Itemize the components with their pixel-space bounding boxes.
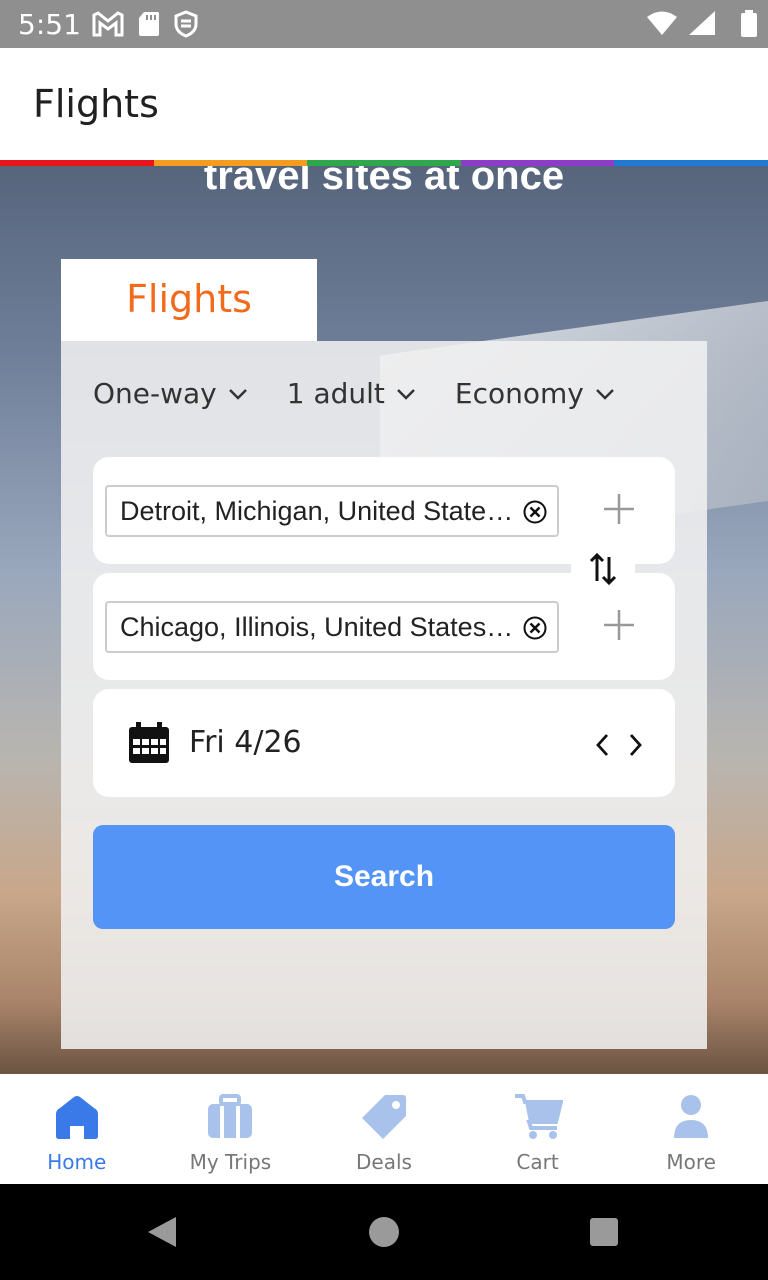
nav-item-home[interactable]: Home [0,1074,154,1184]
chevron-down-icon [397,388,415,400]
trip-type-label: One-way [93,377,217,410]
chevron-right-icon[interactable] [623,731,647,759]
search-options: One-way 1 adult Economy [93,377,616,410]
cabin-class-label: Economy [454,377,584,410]
clear-destination-icon[interactable] [523,616,547,640]
trip-type-dropdown[interactable]: One-way [93,377,249,410]
person-icon [674,1095,709,1138]
cabin-class-dropdown[interactable]: Economy [455,377,616,410]
chevron-down-icon [228,388,247,400]
nav-item-deals[interactable]: Deals [307,1074,461,1184]
status-time: 5:51 [18,8,81,41]
clear-origin-icon[interactable] [523,500,547,524]
tag-icon [361,1095,406,1139]
destination-value: Chicago, Illinois, United States (CHI) [120,611,515,642]
signal-icon [689,11,715,35]
nav-label-home: Home [47,1150,107,1174]
date-card[interactable]: Fri 4/26 [93,689,675,797]
sd-card-icon [139,12,159,36]
hero-tagline: travel sites at once [203,166,565,198]
gmail-icon [92,11,124,37]
nav-label-my-trips: My Trips [189,1150,272,1174]
back-icon[interactable] [146,1215,178,1249]
travelers-dropdown[interactable]: 1 adult [287,377,417,410]
cart-icon [514,1094,563,1139]
page-title: Flights [33,82,159,126]
swap-arrows-icon [589,552,617,586]
nav-label-cart: Cart [516,1150,559,1174]
briefcase-icon [208,1094,253,1138]
origin-field[interactable]: Detroit, Michigan, United States (DTW) [105,485,559,537]
destination-field[interactable]: Chicago, Illinois, United States (CHI) [105,601,559,653]
flight-search-panel: One-way 1 adult Economy Detroit, Michiga… [61,341,707,1049]
travelers-label: 1 adult [286,377,385,410]
status-icons-right [646,10,757,37]
system-nav-bar [0,1184,768,1280]
nav-item-my-trips[interactable]: My Trips [154,1074,308,1184]
wifi-icon [647,11,677,35]
vpn-icon [174,10,198,38]
nav-item-more[interactable]: More [614,1074,768,1184]
nav-label-more: More [666,1150,716,1174]
app-bar: Flights [0,48,768,160]
tab-flights[interactable]: Flights [61,259,317,341]
swap-locations-button[interactable] [571,547,635,591]
status-bar: 5:51 [0,0,768,48]
bottom-nav: Home My Trips Deals Cart More [0,1074,768,1184]
chevron-left-icon[interactable] [591,731,615,759]
departure-date: Fri 4/26 [189,725,302,760]
search-button[interactable]: Search [93,825,675,929]
calendar-icon [129,722,169,763]
nav-item-cart[interactable]: Cart [461,1074,615,1184]
chevron-down-icon [595,388,614,400]
home-circle-icon[interactable] [368,1216,400,1248]
hero-section: travel sites at once Flights One-way 1 a… [0,166,768,1074]
status-icons-left [92,10,198,38]
add-destination-icon[interactable] [599,605,639,645]
origin-value: Detroit, Michigan, United States (DTW) [120,495,515,526]
battery-icon [741,10,757,37]
recents-icon[interactable] [589,1217,619,1247]
tab-flights-label: Flights [126,277,252,321]
home-icon [55,1096,98,1139]
add-origin-icon[interactable] [599,489,639,529]
nav-label-deals: Deals [356,1150,412,1174]
